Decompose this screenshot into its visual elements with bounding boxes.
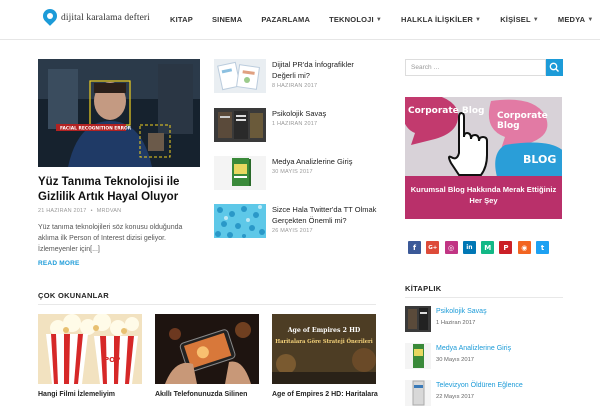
post-thumbnail[interactable]: Age of Empires 2 HD Haritalara Göre Stra… <box>272 314 376 384</box>
chevron-down-icon: ▼ <box>532 16 539 23</box>
book-title[interactable]: Psikolojik Savaş <box>436 308 487 315</box>
section-heading-kitaplik: KİTAPLIK <box>405 284 442 293</box>
featured-author[interactable]: MRDVAN <box>97 208 122 214</box>
list-item[interactable]: Psikolojik Savaş 1 HAZIRAN 2017 <box>214 108 374 142</box>
post-thumbnail[interactable] <box>214 108 266 142</box>
pinterest-icon[interactable]: P <box>499 241 513 254</box>
list-item[interactable]: Medya Analizlerine Giriş 30 MAYIS 2017 <box>214 156 374 190</box>
book-title[interactable]: Medya Analizlerine Giriş <box>436 345 511 352</box>
banner-bubble-text: BLOG <box>523 153 557 166</box>
chevron-down-icon: ▼ <box>475 16 482 23</box>
post-title[interactable]: Psikolojik Savaş <box>272 108 377 119</box>
nav-item-medya[interactable]: MEDYA ▼ <box>558 15 594 24</box>
post-title[interactable]: Akıllı Telefonunuzda Silinen <box>155 391 247 398</box>
post-thumbnail[interactable] <box>155 314 259 384</box>
banner-bubble-text: Corporate Blog <box>408 106 485 116</box>
site-logo[interactable]: dijital karalama defteri <box>40 6 150 27</box>
list-item[interactable]: Dijital PR'da İnfografikler Değerli mi? … <box>214 59 374 93</box>
post-title[interactable]: Hangi Filmi İzlemeliyim <box>38 391 115 398</box>
post-thumbnail[interactable]: POP <box>38 314 142 384</box>
chevron-down-icon: ▼ <box>587 16 594 23</box>
book-cover[interactable] <box>405 343 431 369</box>
nav-item-kitap[interactable]: KITAP <box>170 15 193 24</box>
featured-title[interactable]: Yüz Tanıma Teknolojisi ile Gizlilik Artı… <box>38 175 208 205</box>
list-item[interactable]: Sizce Hala Twitter'da TT Olmak Gerçekten… <box>214 204 377 238</box>
svg-text:Age of Empires 2 HD: Age of Empires 2 HD <box>287 327 361 334</box>
post-title[interactable]: Age of Empires 2 HD: Haritalara <box>272 391 378 398</box>
banner-bubble-text: Corporate Blog <box>497 111 548 131</box>
search-icon <box>549 62 559 72</box>
google-plus-icon[interactable]: G+ <box>426 241 440 254</box>
nav-item-halkla-iliskiler[interactable]: HALKLA İLİŞKİLER ▼ <box>401 15 481 24</box>
post-date: 8 HAZIRAN 2017 <box>272 83 318 89</box>
post-thumbnail[interactable] <box>214 59 266 93</box>
rss-icon[interactable]: ◉ <box>517 241 531 254</box>
book-date: 1 Haziran 2017 <box>436 320 476 326</box>
nav-item-sinema[interactable]: SINEMA <box>212 15 242 24</box>
featured-date: 21 HAZIRAN 2017 <box>38 208 87 214</box>
site-header: dijital karalama defteri KITAP SINEMA PA… <box>0 0 600 40</box>
post-date: 1 HAZIRAN 2017 <box>272 121 318 127</box>
read-more-link[interactable]: READ MORE <box>38 260 80 267</box>
section-divider <box>38 304 376 305</box>
featured-meta: 21 HAZIRAN 2017 • MRDVAN <box>38 208 122 214</box>
post-thumbnail[interactable] <box>214 204 266 238</box>
featured-image[interactable]: FACIAL RECOGNITION ERROR <box>38 59 200 167</box>
book-cover[interactable] <box>405 306 431 332</box>
medium-icon[interactable]: M <box>481 241 495 254</box>
chevron-down-icon: ▼ <box>375 16 382 23</box>
book-title[interactable]: Televizyon Öldüren Eğlence <box>436 382 523 389</box>
map-pin-icon <box>40 6 60 27</box>
post-date: 26 MAYIS 2017 <box>272 228 313 234</box>
nav-item-teknoloji[interactable]: TEKNOLOJI ▼ <box>329 15 382 24</box>
book-item[interactable]: Psikolojik Savaş 1 Haziran 2017 <box>405 306 565 334</box>
book-item[interactable]: Televizyon Öldüren Eğlence 22 Mayıs 2017 <box>405 380 565 408</box>
book-cover[interactable] <box>405 380 431 406</box>
book-date: 30 Mayıs 2017 <box>436 357 475 363</box>
search-input[interactable]: Search … <box>405 59 546 76</box>
featured-excerpt: Yüz tanıma teknolojileri söz konusu oldu… <box>38 224 183 253</box>
facebook-icon[interactable]: f <box>408 241 421 254</box>
nav-item-kisisel[interactable]: KİŞİSEL ▼ <box>500 15 539 24</box>
section-divider <box>405 297 563 298</box>
banner-caption: Kurumsal Blog Hakkında Merak Ettiğiniz H… <box>405 176 562 219</box>
search-form: Search … <box>405 59 563 76</box>
featured-image-label: FACIAL RECOGNITION ERROR <box>60 126 132 132</box>
social-links: f G+ ◎ in M P ◉ t <box>408 241 554 254</box>
main-nav: KITAP SINEMA PAZARLAMA TEKNOLOJI ▼ HALKLA… <box>170 0 600 39</box>
post-title[interactable]: Sizce Hala Twitter'da TT Olmak Gerçekten… <box>272 204 377 226</box>
section-heading-popular: ÇOK OKUNANLAR <box>38 291 109 300</box>
post-thumbnail[interactable] <box>214 156 266 190</box>
search-button[interactable] <box>546 59 563 76</box>
book-item[interactable]: Medya Analizlerine Giriş 30 Mayıs 2017 <box>405 343 565 371</box>
svg-text:Haritalara Göre Strateji Öneri: Haritalara Göre Strateji Önerileri <box>275 338 373 345</box>
linkedin-icon[interactable]: in <box>462 241 476 254</box>
site-name: dijital karalama defteri <box>61 13 150 23</box>
post-title[interactable]: Medya Analizlerine Giriş <box>272 156 377 167</box>
corporate-blog-banner[interactable]: Corporate Blog Corporate Blog BLOG Kurum… <box>405 97 562 219</box>
svg-text:POP: POP <box>104 356 120 364</box>
book-date: 22 Mayıs 2017 <box>436 394 475 400</box>
instagram-icon[interactable]: ◎ <box>444 241 458 254</box>
post-date: 30 MAYIS 2017 <box>272 169 313 175</box>
twitter-icon[interactable]: t <box>536 241 550 254</box>
post-title[interactable]: Dijital PR'da İnfografikler Değerli mi? <box>272 59 377 81</box>
nav-item-pazarlama[interactable]: PAZARLAMA <box>261 15 310 24</box>
